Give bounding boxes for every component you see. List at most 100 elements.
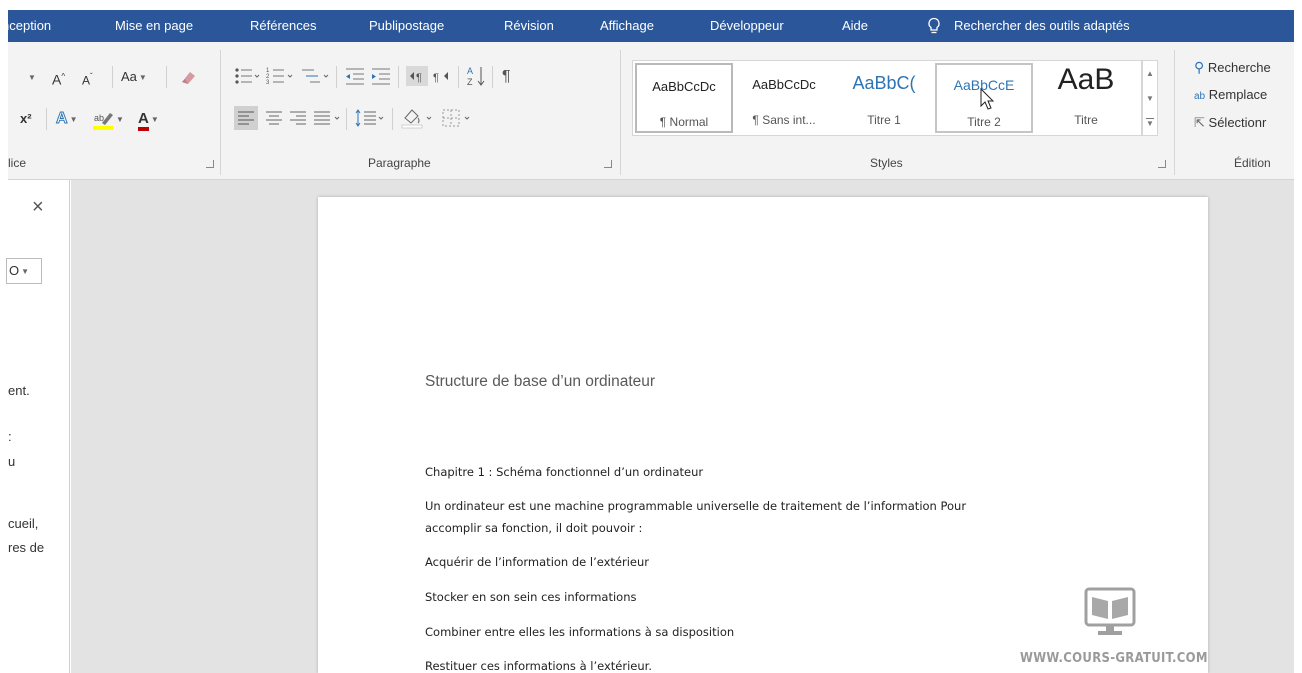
- rtl-text-direction-icon[interactable]: ¶: [432, 66, 452, 86]
- tab-affichage[interactable]: Affichage: [600, 10, 654, 42]
- font-color-button[interactable]: A ▼: [138, 106, 159, 132]
- tab-aide[interactable]: Aide: [842, 10, 868, 42]
- clear-formatting-icon[interactable]: [178, 68, 198, 86]
- style-name: Titre 1: [867, 113, 901, 127]
- style-title[interactable]: AaB Titre: [1037, 63, 1135, 133]
- svg-text:A: A: [467, 66, 473, 76]
- lightbulb-icon[interactable]: [926, 17, 942, 35]
- paragraph-group-label: Paragraphe: [368, 156, 431, 170]
- align-right-icon[interactable]: [288, 106, 308, 130]
- search-options-value: O: [9, 263, 20, 278]
- multilevel-list-icon[interactable]: [300, 66, 330, 86]
- text-effects-button[interactable]: A ▼: [56, 106, 78, 132]
- change-case-button[interactable]: Aa ▼: [121, 64, 147, 90]
- grow-font-label: A: [52, 71, 62, 88]
- document-page[interactable]: Structure de base d’un ordinateur Chapit…: [318, 197, 1208, 673]
- document-title[interactable]: Structure de base d’un ordinateur: [425, 373, 655, 391]
- highlighter-icon: ab: [93, 112, 113, 130]
- style-no-spacing[interactable]: AaBbCcDc ¶ Sans int...: [735, 63, 833, 133]
- font-size-dropdown[interactable]: ▼: [26, 64, 36, 90]
- font-color-icon: A: [138, 111, 149, 131]
- close-icon[interactable]: ×: [32, 196, 44, 219]
- grow-font-button[interactable]: A^: [52, 64, 65, 90]
- numbering-icon[interactable]: 123: [266, 66, 294, 86]
- tab-mise-en-page[interactable]: Mise en page: [115, 10, 193, 42]
- separator: [46, 108, 47, 130]
- select-label: Sélectionr: [1208, 115, 1267, 130]
- ribbon: ▼ A^ Aˇ Aa ▼ x² A ▼ ab ▼ A ▼ lice 123 ¶ …: [8, 42, 1294, 180]
- borders-icon[interactable]: [440, 106, 474, 130]
- group-separator: [1174, 50, 1175, 175]
- paragraph-dialog-launcher-icon[interactable]: [604, 160, 612, 168]
- document-paragraph[interactable]: Acquérir de l’information de l’extérieur: [425, 555, 649, 569]
- style-name: Titre 2: [967, 115, 1001, 129]
- find-label: Recherche: [1207, 60, 1271, 75]
- document-paragraph[interactable]: Restituer ces informations à l’extérieur…: [425, 659, 652, 673]
- select-button[interactable]: ⇱ Sélectionr: [1194, 110, 1266, 136]
- svg-text:ab: ab: [94, 113, 104, 123]
- replace-button[interactable]: ab Remplace: [1194, 82, 1267, 108]
- chevron-down-icon: ▼: [21, 266, 30, 276]
- bullets-icon[interactable]: [234, 66, 260, 86]
- mouse-pointer-icon: [980, 88, 995, 110]
- shrink-font-button[interactable]: Aˇ: [82, 64, 93, 90]
- style-preview: AaBbCcDc: [752, 77, 816, 92]
- styles-gallery: AaBbCcDc ¶ Normal AaBbCcDc ¶ Sans int...…: [632, 60, 1142, 136]
- group-separator: [620, 50, 621, 175]
- document-paragraph[interactable]: Combiner entre elles les informations à …: [425, 625, 734, 639]
- separator: [336, 66, 337, 88]
- align-left-icon[interactable]: [234, 106, 258, 130]
- separator: [398, 66, 399, 88]
- style-name: ¶ Normal: [659, 115, 709, 129]
- nav-pane-text: cueil,: [8, 516, 39, 531]
- document-paragraph[interactable]: Chapitre 1 : Schéma fonctionnel d’un ord…: [425, 465, 703, 479]
- search-options-dropdown[interactable]: O ▼: [6, 258, 42, 284]
- style-name: ¶ Sans int...: [752, 113, 816, 127]
- watermark-text: WWW.COURS-GRATUIT.COM: [1020, 651, 1208, 666]
- editing-group-label: Édition: [1234, 156, 1271, 170]
- svg-text:Z: Z: [467, 77, 473, 87]
- separator: [346, 108, 347, 130]
- align-center-icon[interactable]: [264, 106, 284, 130]
- tab-references[interactable]: Références: [250, 10, 316, 42]
- svg-text:¶: ¶: [433, 72, 439, 84]
- nav-pane-text: ent.: [8, 383, 30, 398]
- separator: [392, 108, 393, 130]
- font-dialog-launcher-icon[interactable]: [206, 160, 214, 168]
- svg-text:3: 3: [266, 80, 270, 86]
- show-formatting-marks-button[interactable]: ¶: [502, 64, 511, 90]
- styles-dialog-launcher-icon[interactable]: [1158, 160, 1166, 168]
- line-spacing-icon[interactable]: [354, 106, 386, 130]
- style-preview: AaBbC(: [852, 73, 916, 93]
- justify-icon[interactable]: [312, 106, 342, 130]
- highlight-color-button[interactable]: ab ▼: [92, 106, 124, 132]
- sort-icon[interactable]: AZ: [466, 64, 486, 88]
- style-heading-1[interactable]: AaBbC( Titre 1: [835, 63, 933, 133]
- document-paragraph[interactable]: accomplir sa fonction, il doit pouvoir :: [425, 521, 642, 535]
- style-preview: AaBbCcDc: [652, 79, 716, 94]
- book-monitor-logo: [1084, 587, 1136, 635]
- styles-group-label: Styles: [870, 156, 903, 170]
- tell-me-search[interactable]: Rechercher des outils adaptés: [954, 10, 1130, 42]
- tab-developpeur[interactable]: Développeur: [710, 10, 784, 42]
- gallery-up-icon[interactable]: ▲: [1143, 61, 1157, 86]
- separator: [458, 66, 459, 88]
- tab-revision[interactable]: Révision: [504, 10, 554, 42]
- separator: [166, 66, 167, 88]
- select-cursor-icon: ⇱: [1194, 115, 1205, 130]
- superscript-button[interactable]: x²: [20, 106, 32, 132]
- document-paragraph[interactable]: Stocker en son sein ces informations: [425, 590, 636, 604]
- group-separator: [220, 50, 221, 175]
- ltr-text-direction-icon[interactable]: ¶: [406, 66, 428, 86]
- decrease-indent-icon[interactable]: [344, 66, 366, 86]
- increase-indent-icon[interactable]: [370, 66, 392, 86]
- tab-conception[interactable]: nception: [2, 10, 51, 42]
- gallery-down-icon[interactable]: ▼: [1143, 86, 1157, 111]
- tab-publipostage[interactable]: Publipostage: [369, 10, 444, 42]
- document-paragraph[interactable]: Un ordinateur est une machine programmab…: [425, 499, 966, 513]
- gallery-more-icon[interactable]: ▼: [1143, 111, 1157, 136]
- shading-icon[interactable]: [400, 106, 436, 130]
- style-normal[interactable]: AaBbCcDc ¶ Normal: [635, 63, 733, 133]
- find-button[interactable]: ⚲ Recherche: [1194, 54, 1271, 80]
- nav-pane-text: res de: [8, 540, 45, 555]
